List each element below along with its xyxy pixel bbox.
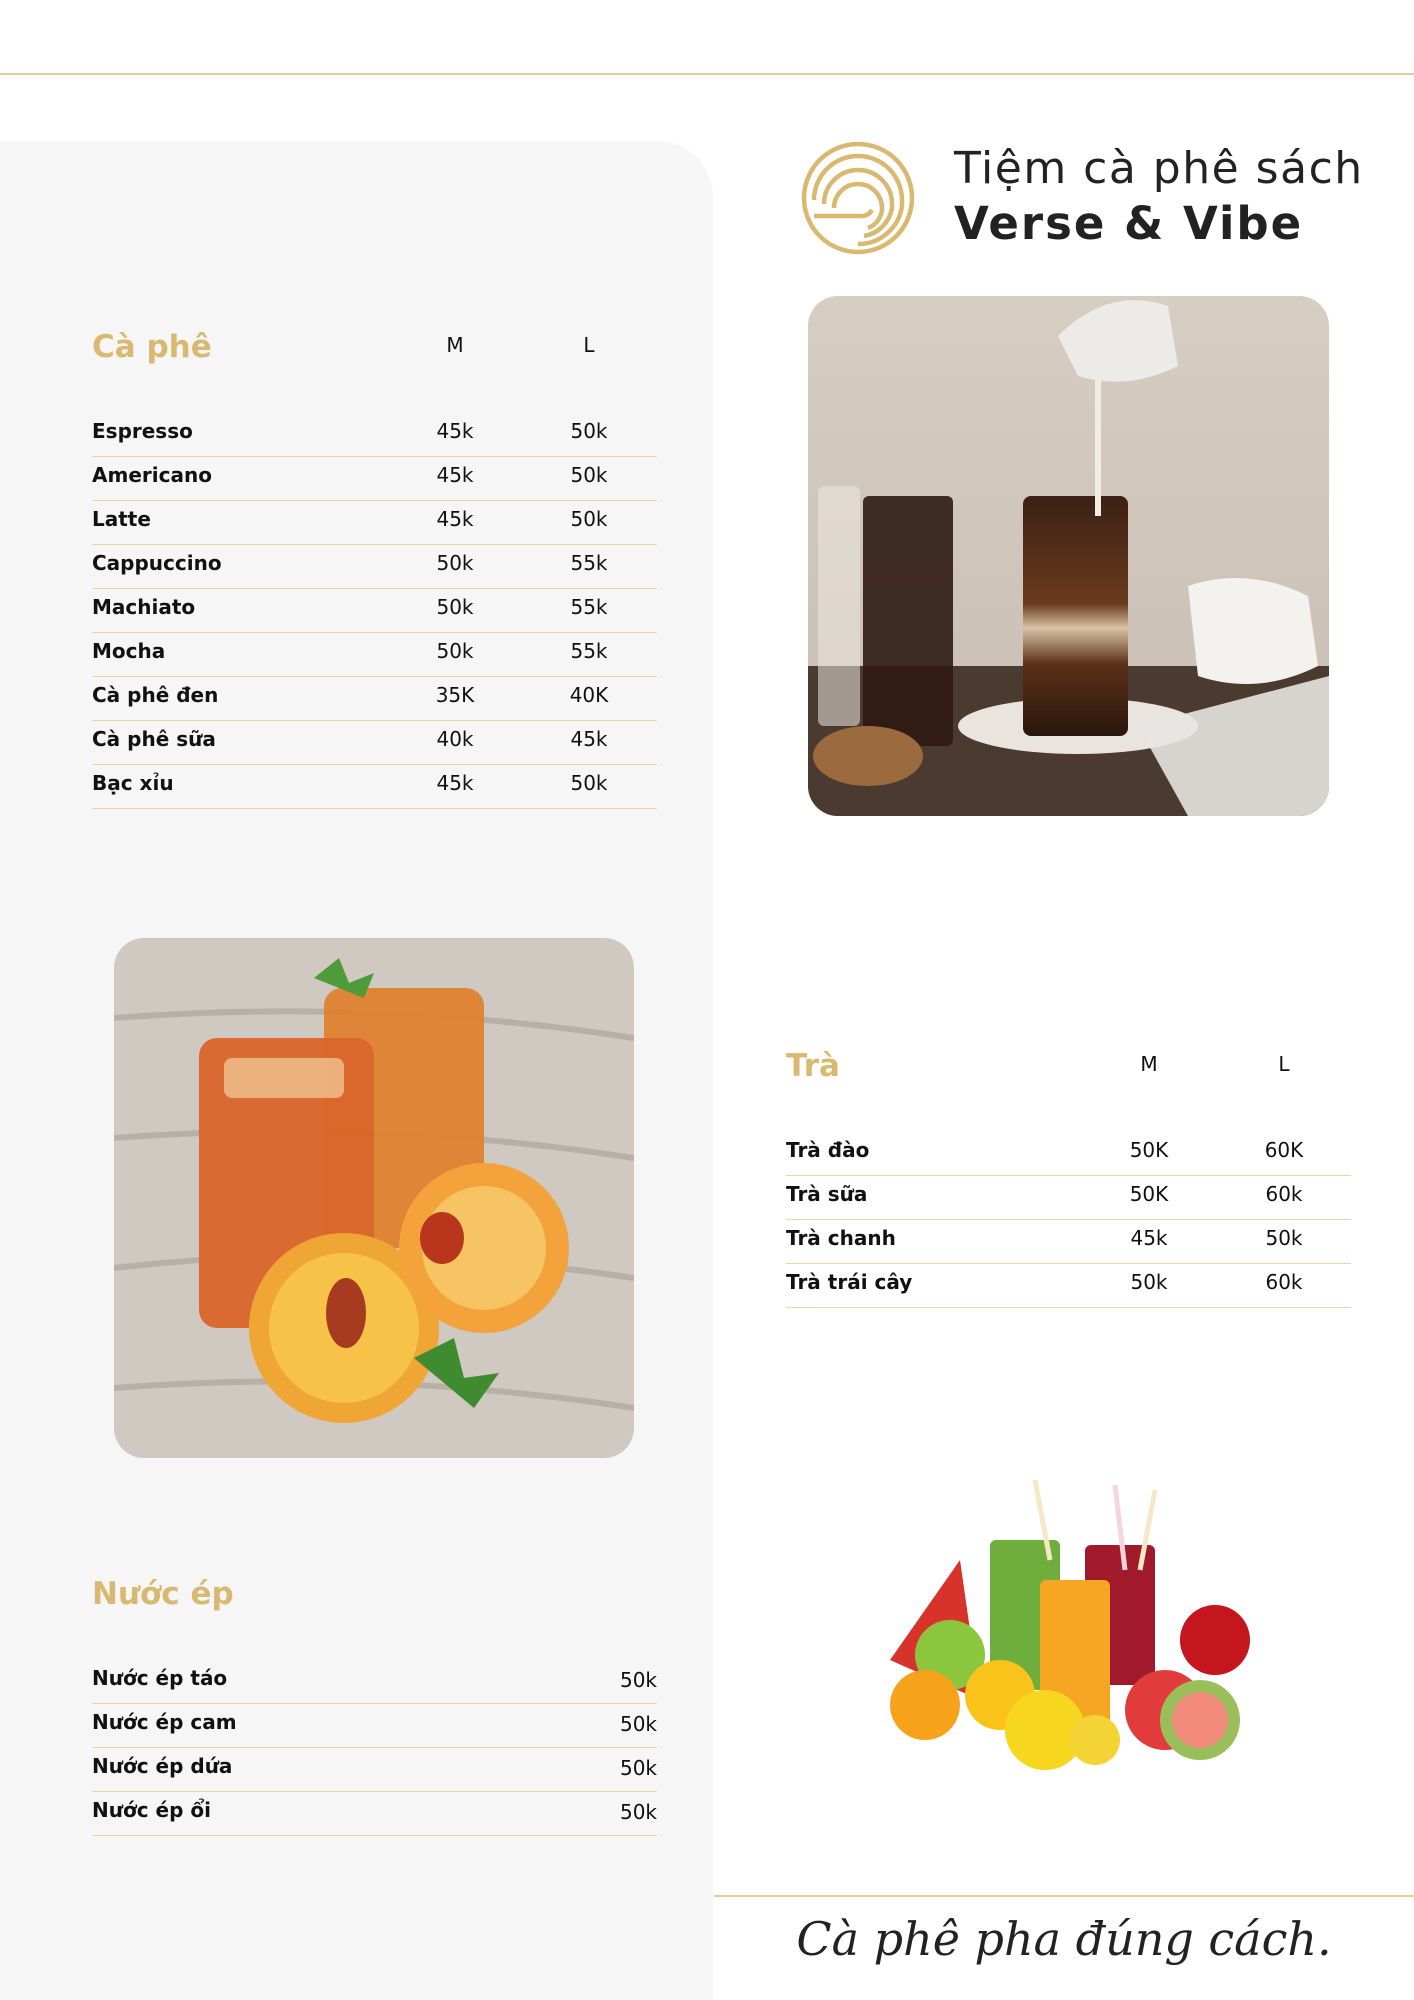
peach-iced-tea-photo xyxy=(114,938,634,1458)
price-m: 40k xyxy=(436,727,474,751)
tea-item-list: Trà đào 50K 60K Trà sữa 50K 60k Trà chanh 45k 50… xyxy=(786,1132,1351,1308)
juice-menu-row: Nước ép dứa 50k xyxy=(92,1748,657,1792)
item-name: Americano xyxy=(92,463,212,487)
item-name: Mocha xyxy=(92,639,166,663)
tea-col-m-header: M xyxy=(1140,1052,1158,1076)
tea-menu-row: Trà chanh 45k 50k xyxy=(786,1220,1351,1264)
juice-menu-row: Nước ép táo 50k xyxy=(92,1660,657,1704)
price-m: 45k xyxy=(1130,1226,1168,1250)
concentric-arcs-logo-icon xyxy=(800,140,916,256)
brand-name: Verse & Vibe xyxy=(954,197,1304,250)
juice-section-title: Nước ép xyxy=(92,1576,234,1612)
price-l: 50k xyxy=(1265,1226,1303,1250)
price-m: 50k xyxy=(1130,1270,1168,1294)
coffee-col-l-header: L xyxy=(583,333,595,357)
item-name: Nước ép táo xyxy=(92,1666,228,1690)
price-l: 60K xyxy=(1264,1138,1304,1162)
coffee-menu-row: Cà phê đen 35K 40K xyxy=(92,677,657,721)
item-name: Nước ép ổi xyxy=(92,1798,211,1822)
price-m: 50K xyxy=(1129,1182,1169,1206)
price-l: 60k xyxy=(1265,1270,1303,1294)
price-l: 60k xyxy=(1265,1182,1303,1206)
coffee-menu-section: Cà phê M L Espresso 45k 50k Americano 45k 50k… xyxy=(92,329,657,809)
price-m: 45k xyxy=(436,507,474,531)
price-l: 50k xyxy=(570,463,608,487)
price-m: 45k xyxy=(436,419,474,443)
price-m: 50k xyxy=(436,551,474,575)
price: 50k xyxy=(619,1756,657,1780)
item-name: Bạc xỉu xyxy=(92,771,174,795)
price: 50k xyxy=(619,1712,657,1736)
item-name: Espresso xyxy=(92,419,193,443)
coffee-item-list: Espresso 45k 50k Americano 45k 50k Latte 45k 50k… xyxy=(92,413,657,809)
price-l: 45k xyxy=(570,727,608,751)
tea-menu-row: Trà đào 50K 60K xyxy=(786,1132,1351,1176)
item-name: Trà chanh xyxy=(786,1226,896,1250)
bottom-divider xyxy=(714,1895,1414,1897)
tea-menu-row: Trà sữa 50K 60k xyxy=(786,1176,1351,1220)
price: 50k xyxy=(619,1668,657,1692)
item-name: Trà trái cây xyxy=(786,1270,913,1294)
price-m: 50K xyxy=(1129,1138,1169,1162)
tea-menu-row: Trà trái cây 50k 60k xyxy=(786,1264,1351,1308)
top-divider xyxy=(0,73,1414,75)
brand-subtitle: Tiệm cà phê sách xyxy=(954,143,1364,194)
item-name: Nước ép dứa xyxy=(92,1754,233,1778)
price: 50k xyxy=(619,1800,657,1824)
coffee-menu-row: Mocha 50k 55k xyxy=(92,633,657,677)
coffee-menu-row: Espresso 45k 50k xyxy=(92,413,657,457)
price-l: 55k xyxy=(570,595,608,619)
coffee-menu-row: Cappuccino 50k 55k xyxy=(92,545,657,589)
price-m: 50k xyxy=(436,639,474,663)
price-l: 55k xyxy=(570,639,608,663)
item-name: Cappuccino xyxy=(92,551,222,575)
item-name: Latte xyxy=(92,507,151,531)
tea-section-title: Trà xyxy=(786,1048,840,1084)
price-l: 55k xyxy=(570,551,608,575)
item-name: Cà phê đen xyxy=(92,683,219,707)
price-l: 50k xyxy=(570,419,608,443)
juice-menu-row: Nước ép cam 50k xyxy=(92,1704,657,1748)
coffee-menu-row: Machiato 50k 55k xyxy=(92,589,657,633)
juice-menu-section: Nước ép Nước ép táo 50k Nước ép cam 50k Nước… xyxy=(92,1576,657,1836)
fruit-juices-photo xyxy=(870,1480,1270,1790)
coffee-menu-row: Cà phê sữa 40k 45k xyxy=(92,721,657,765)
price-m: 45k xyxy=(436,463,474,487)
item-name: Trà đào xyxy=(786,1138,870,1162)
item-name: Nước ép cam xyxy=(92,1710,237,1734)
juice-menu-row: Nước ép ổi 50k xyxy=(92,1792,657,1836)
price-m: 45k xyxy=(436,771,474,795)
item-name: Trà sữa xyxy=(786,1182,868,1206)
coffee-col-m-header: M xyxy=(446,333,464,357)
price-l: 50k xyxy=(570,771,608,795)
coffee-menu-row: Bạc xỉu 45k 50k xyxy=(92,765,657,809)
tagline: Cà phê pha đúng cách. xyxy=(796,1912,1332,1966)
coffee-section-title: Cà phê xyxy=(92,329,212,365)
juice-item-list: Nước ép táo 50k Nước ép cam 50k Nước ép dứa 5… xyxy=(92,1660,657,1836)
tea-col-l-header: L xyxy=(1278,1052,1290,1076)
price-m: 35K xyxy=(435,683,475,707)
iced-coffee-milk-pour-photo xyxy=(808,296,1329,816)
item-name: Machiato xyxy=(92,595,196,619)
coffee-menu-row: Americano 45k 50k xyxy=(92,457,657,501)
item-name: Cà phê sữa xyxy=(92,727,216,751)
coffee-menu-row: Latte 45k 50k xyxy=(92,501,657,545)
price-m: 50k xyxy=(436,595,474,619)
price-l: 50k xyxy=(570,507,608,531)
tea-menu-section: Trà M L Trà đào 50K 60K Trà sữa 50K 60k Trà ch… xyxy=(786,1048,1351,1308)
price-l: 40K xyxy=(569,683,609,707)
